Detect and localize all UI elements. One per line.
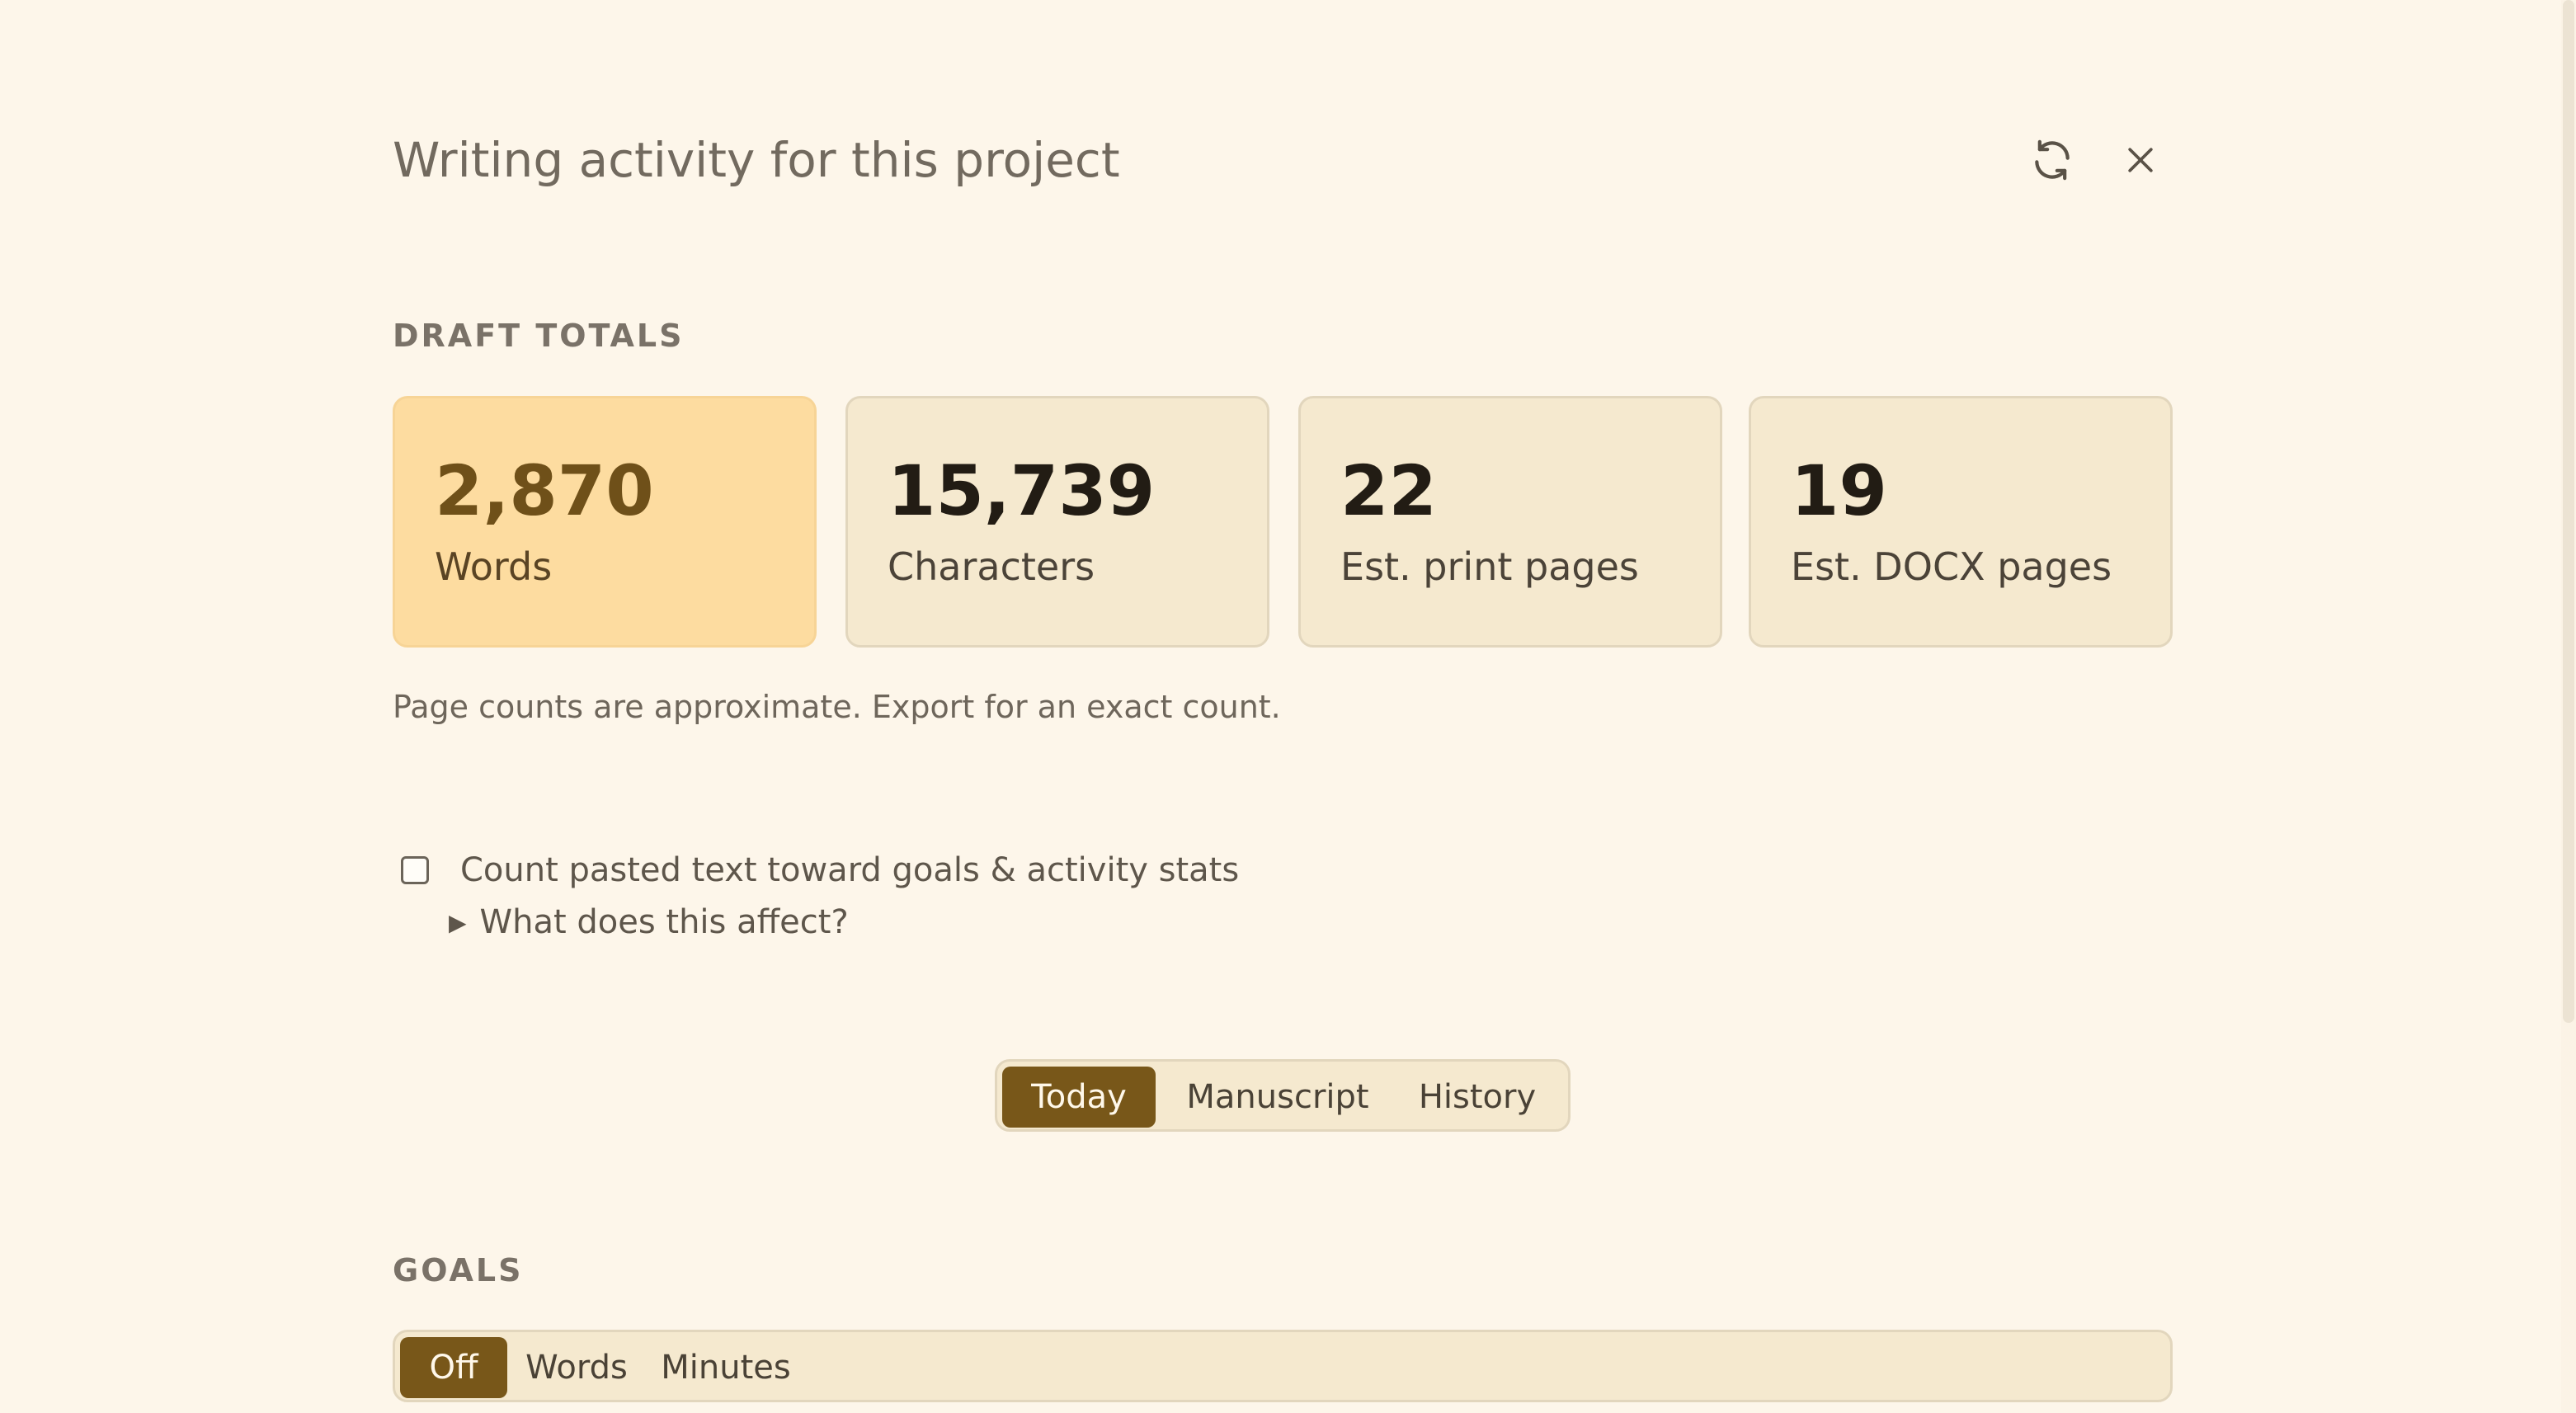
refresh-button[interactable]: [2023, 130, 2082, 190]
view-tabs: Today Manuscript History: [995, 1059, 1571, 1132]
stat-card-docx-pages: 19 Est. DOCX pages: [1749, 396, 2173, 648]
stat-label: Characters: [888, 544, 1095, 589]
paste-count-label[interactable]: Count pasted text toward goals & activit…: [460, 851, 1239, 889]
stat-card-words: 2,870 Words: [393, 396, 817, 648]
paste-count-option: Count pasted text toward goals & activit…: [401, 847, 1239, 893]
stat-card-print-pages: 22 Est. print pages: [1298, 396, 1722, 648]
panel-header: Writing activity for this project: [393, 124, 2173, 198]
stat-label: Words: [435, 544, 553, 589]
disclosure-triangle-icon: ▶: [449, 908, 467, 936]
page-title: Writing activity for this project: [393, 132, 1120, 188]
goal-option-words[interactable]: Words: [519, 1337, 634, 1398]
scrollbar-thumb[interactable]: [2563, 0, 2574, 1023]
goal-option-off[interactable]: Off: [400, 1337, 507, 1398]
refresh-icon: [2035, 139, 2070, 181]
page-count-note: Page counts are approximate. Export for …: [393, 689, 1281, 725]
goal-option-minutes[interactable]: Minutes: [648, 1337, 804, 1398]
draft-totals-cards: 2,870 Words 15,739 Characters 22 Est. pr…: [393, 396, 2173, 648]
writing-activity-panel: Writing activity for this project DRAFT …: [393, 0, 2173, 1413]
close-button[interactable]: [2111, 130, 2170, 190]
disclosure-label: What does this affect?: [479, 903, 849, 941]
stat-value: 19: [1791, 450, 1887, 531]
stat-label: Est. DOCX pages: [1791, 544, 2112, 589]
stat-label: Est. print pages: [1340, 544, 1639, 589]
close-icon: [2128, 148, 2153, 172]
draft-totals-heading: DRAFT TOTALS: [393, 318, 685, 354]
scrollbar-track[interactable]: [2561, 0, 2576, 1413]
tab-today[interactable]: Today: [1002, 1067, 1156, 1128]
stat-value: 2,870: [435, 450, 654, 531]
tab-history[interactable]: History: [1396, 1067, 1558, 1128]
tab-manuscript[interactable]: Manuscript: [1172, 1067, 1383, 1128]
goals-heading: GOALS: [393, 1252, 524, 1288]
what-does-this-affect-toggle[interactable]: ▶ What does this affect?: [449, 899, 849, 945]
stat-value: 15,739: [888, 450, 1156, 531]
stat-card-characters: 15,739 Characters: [845, 396, 1269, 648]
paste-count-checkbox[interactable]: [401, 856, 429, 884]
goals-mode-selector: Off Words Minutes: [393, 1330, 2173, 1402]
stat-value: 22: [1340, 450, 1437, 531]
